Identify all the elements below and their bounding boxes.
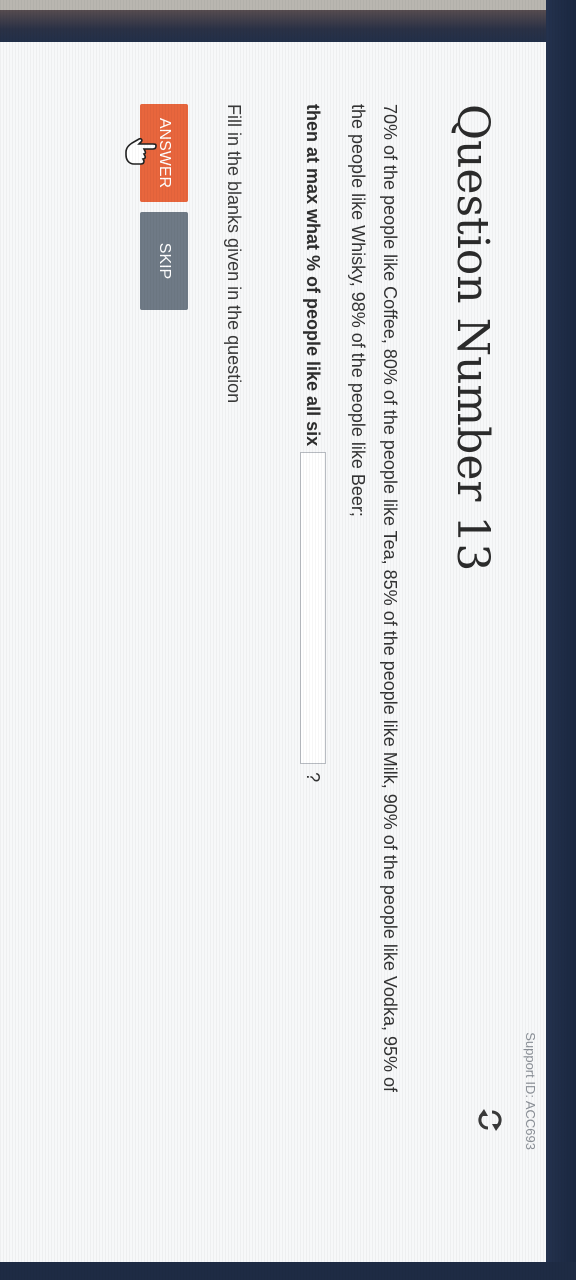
question-prompt-line: then at max what % of people like all si… xyxy=(300,104,326,782)
skip-button[interactable]: SKIP xyxy=(140,212,188,310)
question-text: 70% of the people like Coffee, 80% of th… xyxy=(348,104,400,1092)
question-title: Question Number 13 xyxy=(447,104,498,572)
question-panel: Support ID: ACC693 Question Number 13 70… xyxy=(0,42,546,1262)
monitor-bezel-bottom xyxy=(0,1262,576,1280)
instruction-text: Fill in the blanks given in the question xyxy=(224,104,244,404)
support-id: Support ID: ACC693 xyxy=(523,1032,538,1150)
monitor-bezel-right xyxy=(546,0,576,1280)
hand-cursor-icon xyxy=(125,137,157,165)
refresh-icon[interactable] xyxy=(476,1106,504,1134)
monitor-bezel-top xyxy=(0,0,576,42)
answer-blank-input[interactable] xyxy=(300,452,326,765)
question-content: Support ID: ACC693 Question Number 13 70… xyxy=(26,42,546,1192)
question-prompt: then at max what % of people like all si… xyxy=(303,104,324,447)
question-mark: ? xyxy=(303,772,324,783)
screen: Support ID: ACC693 Question Number 13 70… xyxy=(0,0,576,1280)
